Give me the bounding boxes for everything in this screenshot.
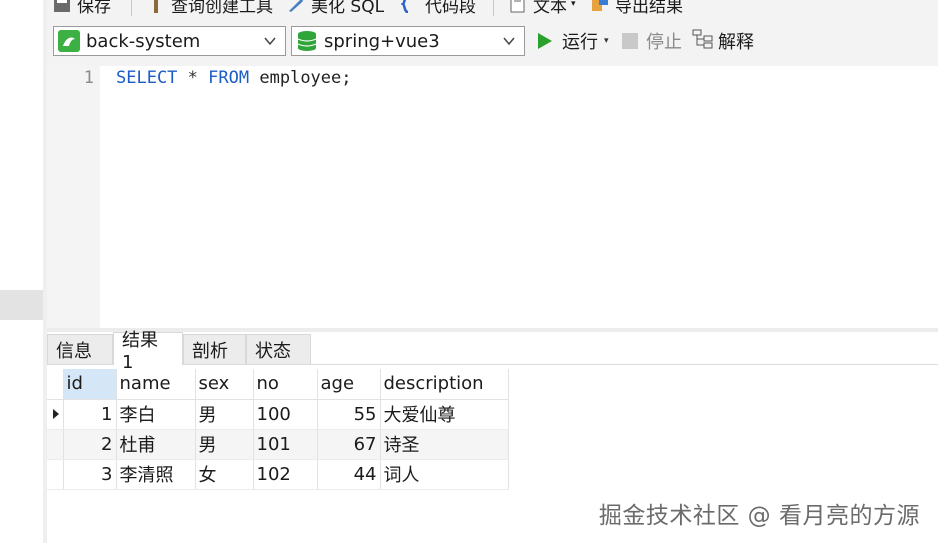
caret-right-icon [53,409,59,419]
cell-name[interactable]: 杜甫 [116,429,196,460]
tab-status[interactable]: 状态 [246,334,311,364]
tab-result-1[interactable]: 结果 1 [113,330,183,373]
sql-star: * [187,68,198,88]
cell-age[interactable]: 44 [317,459,381,490]
stop-label: 停止 [646,32,682,53]
cell-sex[interactable]: 男 [195,399,254,430]
column-header-no[interactable]: no [253,369,318,400]
result-grid: id name sex no age description 1 李白 男 10… [47,369,509,490]
table-row[interactable]: 3 李清照 女 102 44 词人 [47,459,509,490]
save-icon [53,0,71,13]
row-header [47,429,64,460]
query-builder-label: 查询创建工具 [171,0,273,17]
cell-age[interactable]: 55 [317,399,381,430]
mysql-dolphin-icon [58,30,80,52]
beautify-sql-button[interactable]: 美化 SQL [287,0,385,17]
sql-keyword: FROM [208,68,250,88]
document-icon [509,0,527,13]
cell-age[interactable]: 67 [317,429,381,460]
cell-name[interactable]: 李清照 [116,459,196,490]
cell-sex[interactable]: 女 [195,459,254,490]
explain-button[interactable]: 解释 [692,28,754,54]
column-header-name[interactable]: name [116,369,196,400]
explain-label: 解释 [718,32,754,53]
connection-bar: back-system spring+vue3 运行 ▾ 停止 解释 [47,20,938,66]
cell-sex[interactable]: 男 [195,429,254,460]
text-button[interactable]: 文本 ▾ [509,0,576,17]
row-header-corner [47,369,64,400]
tab-info[interactable]: 信息 [47,334,113,364]
run-label: 运行 [562,32,598,53]
cell-no[interactable]: 102 [253,459,318,490]
tab-profile[interactable]: 剖析 [183,334,246,364]
cell-id[interactable]: 2 [63,429,117,460]
table-row[interactable]: 2 杜甫 男 101 67 诗圣 [47,429,509,460]
explain-icon [692,29,714,54]
result-tabs: 信息 结果 1 剖析 状态 [47,330,938,373]
column-header-id[interactable]: id [63,369,117,400]
sql-keyword: SELECT [116,68,178,88]
cell-id[interactable]: 3 [63,459,117,490]
toolbar-separator [493,0,494,16]
beautify-sql-label: 美化 SQL [311,0,385,17]
column-header-sex[interactable]: sex [195,369,254,400]
chevron-down-icon[interactable]: ▾ [604,36,609,46]
left-panel [0,0,43,543]
text-label: 文本 [533,0,567,17]
query-builder-button[interactable]: 查询创建工具 [147,0,273,17]
query-toolbar: 保存 查询创建工具 美化 SQL 代码段 文本 ▾ 导出结果 [47,0,938,20]
chevron-down-icon: ▾ [571,0,576,9]
line-number-gutter: 1 [47,66,100,328]
line-number: 1 [83,68,94,88]
connection-select[interactable]: back-system [53,26,286,56]
export-results-button[interactable]: 导出结果 [591,0,683,17]
toolbar-separator [131,0,132,16]
save-label: 保存 [77,0,111,17]
run-button[interactable]: 运行 ▾ [538,28,609,54]
sql-line: SELECT * FROM employee; [116,68,352,88]
sql-editor[interactable]: SELECT * FROM employee; [100,66,938,328]
export-results-label: 导出结果 [615,0,683,17]
cell-no[interactable]: 100 [253,399,318,430]
database-icon [296,30,318,52]
current-row-indicator [47,399,64,430]
wrench-icon [287,0,305,13]
cell-no[interactable]: 101 [253,429,318,460]
table-row[interactable]: 1 李白 男 100 55 大爱仙尊 [47,399,509,430]
stop-icon [622,33,638,49]
database-select[interactable]: spring+vue3 [291,26,525,56]
chevron-down-icon [264,37,276,46]
cell-name[interactable]: 李白 [116,399,196,430]
database-name: spring+vue3 [324,30,440,52]
cell-description[interactable]: 大爱仙尊 [380,399,509,430]
play-icon [538,33,552,49]
cell-description[interactable]: 诗圣 [380,429,509,460]
watermark-text: 掘金技术社区 @ 看月亮的方源 [598,503,920,529]
code-snippet-button[interactable]: 代码段 [400,0,476,17]
stop-button[interactable]: 停止 [622,28,682,54]
hammer-icon [147,0,165,13]
export-icon [591,0,609,13]
header-row: id name sex no age description [47,369,509,400]
braces-icon [400,0,419,14]
column-header-description[interactable]: description [380,369,509,400]
left-panel-selection[interactable] [0,290,43,320]
cell-description[interactable]: 词人 [380,459,509,490]
cell-id[interactable]: 1 [63,399,117,430]
code-snippet-label: 代码段 [425,0,476,17]
chevron-down-icon [503,37,515,46]
sql-table-name: employee; [259,68,352,88]
column-header-age[interactable]: age [317,369,381,400]
save-button[interactable]: 保存 [53,0,111,17]
row-header [47,459,64,490]
connection-name: back-system [86,30,201,52]
